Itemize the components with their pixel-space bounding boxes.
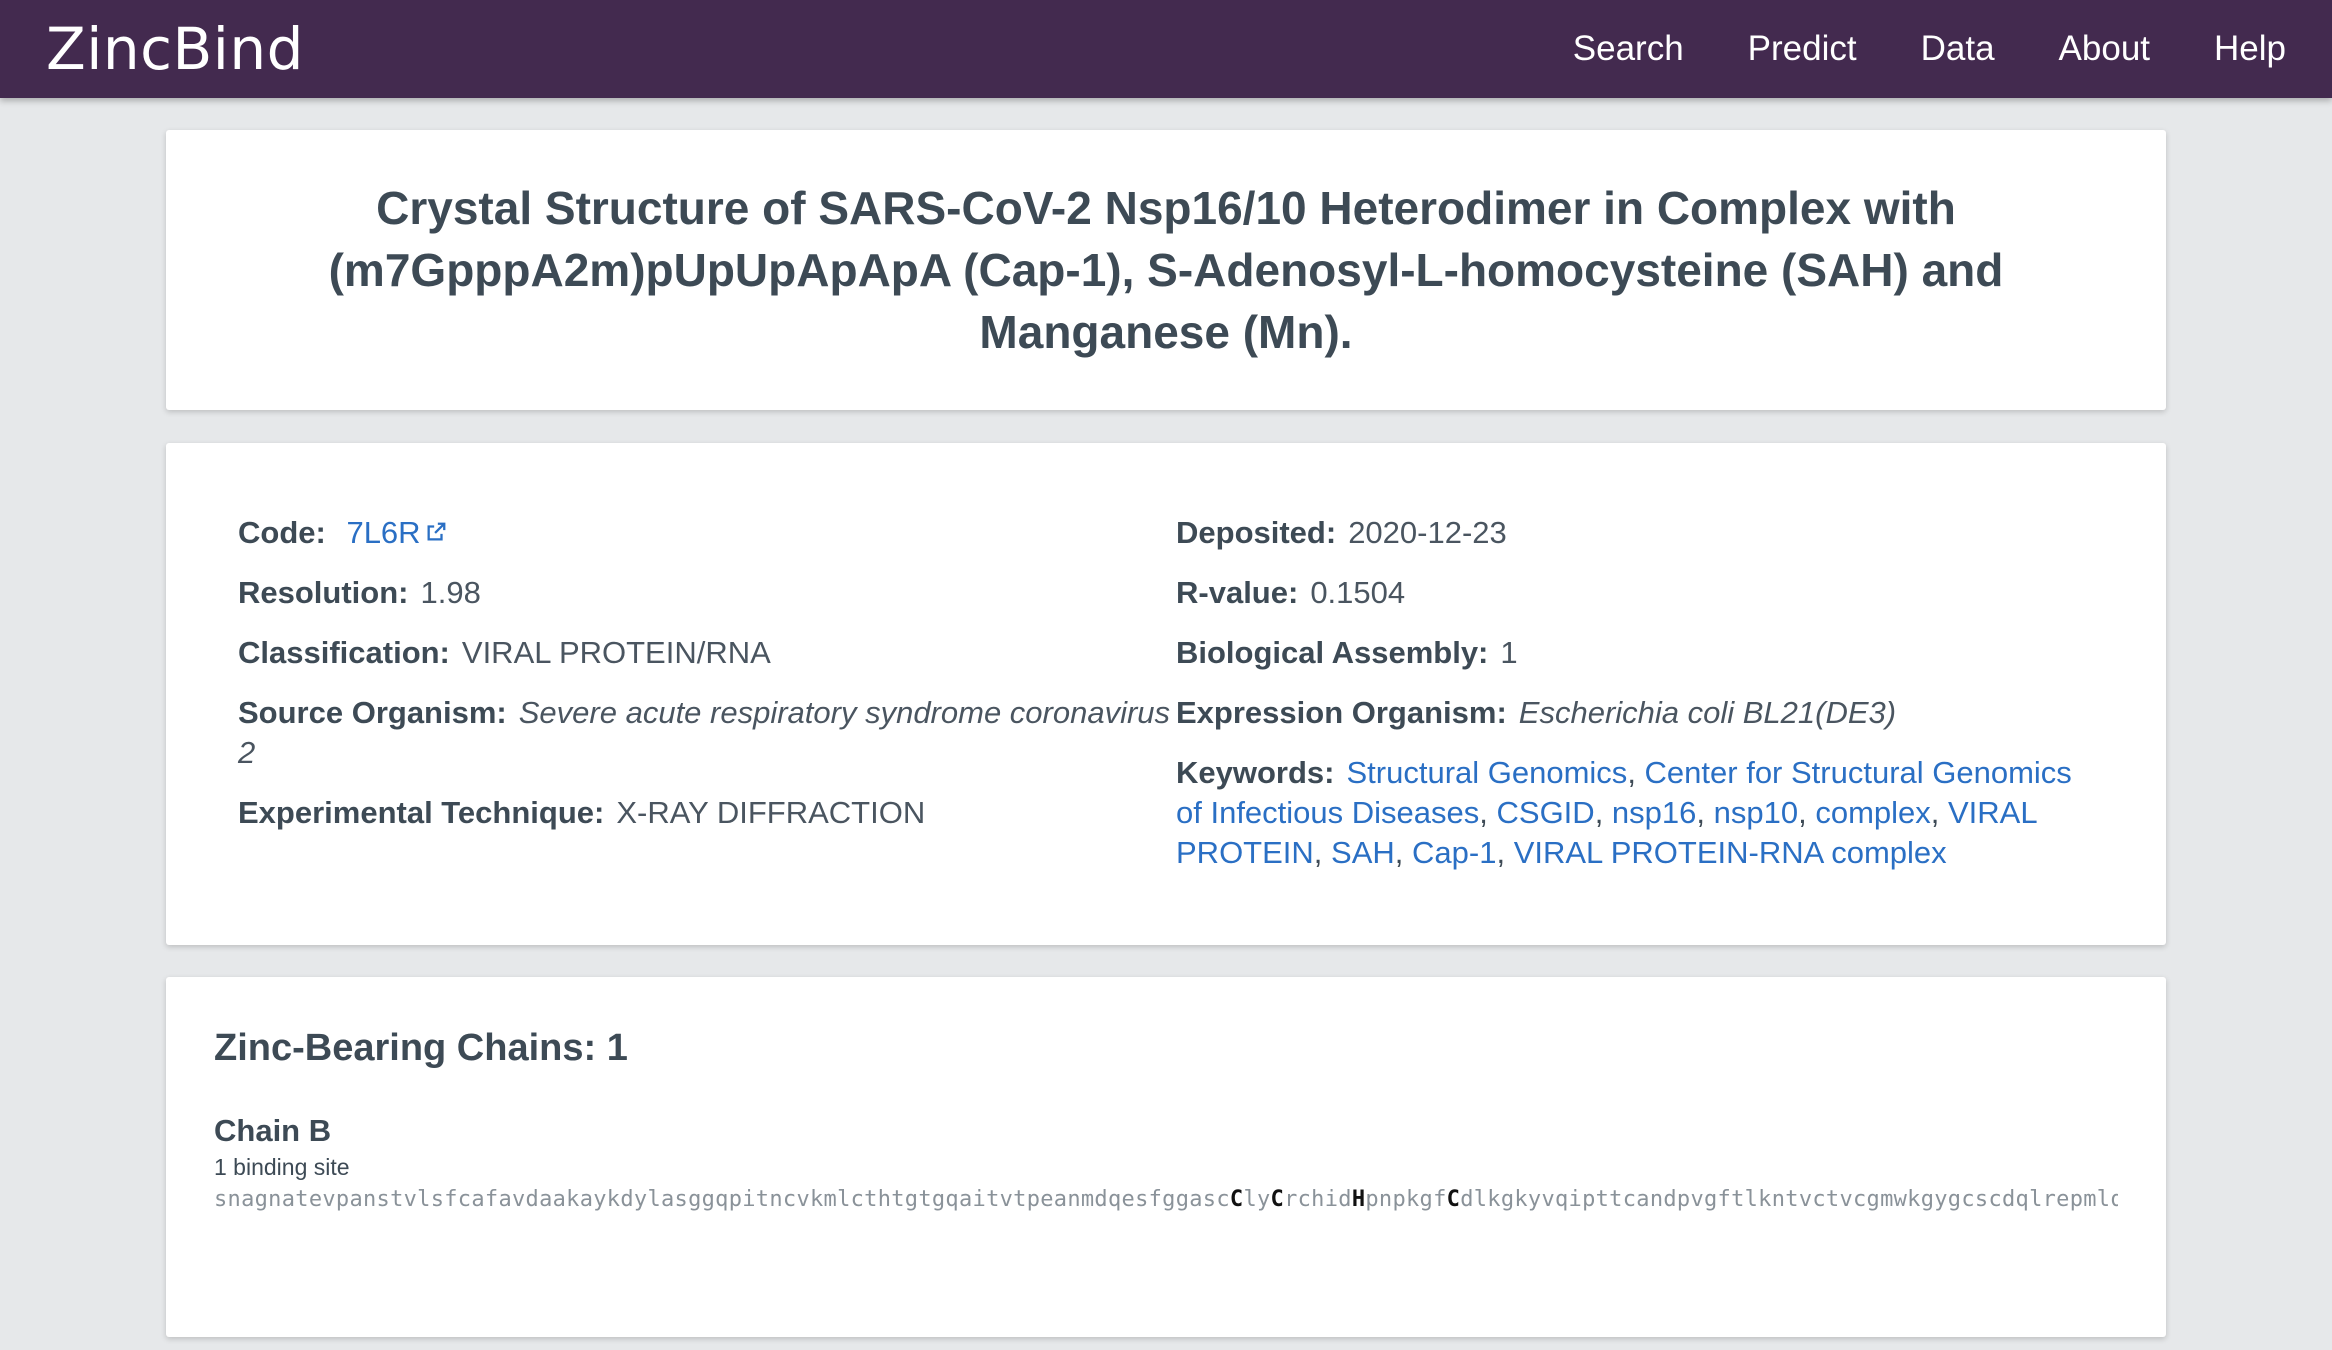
external-link-icon xyxy=(427,522,445,541)
keyword-separator: , xyxy=(1496,835,1514,870)
chain-sequence: snagnatevpanstvlsfcafavdaakaykdylasggqpi… xyxy=(214,1187,2118,1212)
classification-row: Classification: VIRAL PROTEIN/RNA xyxy=(238,633,1176,673)
rvalue-value: 0.1504 xyxy=(1310,575,1406,610)
info-card: Code: 7L6R Resolution: 1.98 Classificatio… xyxy=(166,443,2166,945)
classification-label: Classification: xyxy=(238,635,450,670)
keyword-separator: , xyxy=(1313,835,1332,870)
keyword-separator: , xyxy=(1394,835,1413,870)
keyword-separator: , xyxy=(1696,795,1714,830)
keywords-label: Keywords: xyxy=(1176,755,1335,790)
binding-residue: H xyxy=(1351,1187,1366,1212)
rvalue-label: R-value: xyxy=(1176,575,1299,610)
source-organism-label: Source Organism: xyxy=(238,695,507,730)
nav-data[interactable]: Data xyxy=(1921,29,1995,69)
keyword-separator: , xyxy=(1798,795,1816,830)
resolution-row: Resolution: 1.98 xyxy=(238,573,1176,613)
sequence-segment: snagnatevpanstvlsfcafavdaakaykdylasggqpi… xyxy=(214,1187,1230,1212)
sequence-segment: rchid xyxy=(1284,1187,1352,1212)
sequence-segment: pnpkgf xyxy=(1365,1187,1447,1212)
keyword-link[interactable]: VIRAL PROTEIN-RNA complex xyxy=(1514,835,1947,870)
info-left-column: Code: 7L6R Resolution: 1.98 Classificatio… xyxy=(238,513,1176,945)
sequence-segment: ly xyxy=(1243,1187,1271,1212)
nav-predict[interactable]: Predict xyxy=(1748,29,1857,69)
rvalue-row: R-value: 0.1504 xyxy=(1176,573,2094,613)
keyword-separator: , xyxy=(1627,755,1645,790)
assembly-label: Biological Assembly: xyxy=(1176,635,1489,670)
chain-entry: Chain B 1 binding site snagnatevpanstvls… xyxy=(214,1112,2118,1212)
source-organism-row: Source Organism: Severe acute respiratory… xyxy=(238,693,1176,773)
nav-links: Search Predict Data About Help xyxy=(1509,29,2286,69)
technique-label: Experimental Technique: xyxy=(238,795,605,830)
technique-row: Experimental Technique: X-RAY DIFFRACTION xyxy=(238,793,1176,833)
keyword-separator: , xyxy=(1930,795,1948,830)
navbar: ZincBind Search Predict Data About Help xyxy=(0,0,2332,98)
nav-help[interactable]: Help xyxy=(2214,29,2286,69)
keyword-link[interactable]: nsp16 xyxy=(1612,795,1696,830)
keyword-separator: , xyxy=(1594,795,1612,830)
chains-heading: Zinc-Bearing Chains: 1 xyxy=(214,1027,628,1069)
brand-logo[interactable]: ZincBind xyxy=(46,15,304,83)
deposited-label: Deposited: xyxy=(1176,515,1337,550)
resolution-value: 1.98 xyxy=(420,575,481,610)
code-label: Code: xyxy=(238,515,326,550)
keyword-link[interactable]: CSGID xyxy=(1497,795,1595,830)
binding-residue: C xyxy=(1270,1187,1285,1212)
page-title: Crystal Structure of SARS-CoV-2 Nsp16/10… xyxy=(328,182,2004,358)
info-right-column: Deposited: 2020-12-23 R-value: 0.1504 Biol… xyxy=(1176,513,2094,945)
code-value[interactable]: 7L6R xyxy=(346,515,420,550)
technique-value: X-RAY DIFFRACTION xyxy=(616,795,926,830)
expression-organism-value: Escherichia coli BL21(DE3) xyxy=(1518,695,1897,730)
keyword-link[interactable]: Structural Genomics xyxy=(1346,755,1627,790)
keyword-link[interactable]: nsp10 xyxy=(1714,795,1798,830)
keywords-row: Keywords: Structural Genomics, Center for… xyxy=(1176,753,2094,873)
nav-search[interactable]: Search xyxy=(1573,29,1684,69)
code-row: Code: 7L6R xyxy=(238,513,1176,553)
sequence-segment: dlkgkyvqipttcandpvgftlkntvctvcgmwkgygcsc… xyxy=(1460,1187,2118,1212)
keyword-link[interactable]: complex xyxy=(1815,795,1930,830)
code-link[interactable]: 7L6R xyxy=(346,515,446,550)
nav-about[interactable]: About xyxy=(2059,29,2150,69)
binding-residue: C xyxy=(1446,1187,1461,1212)
assembly-value: 1 xyxy=(1500,635,1518,670)
expression-organism-row: Expression Organism: Escherichia coli BL2… xyxy=(1176,693,2094,733)
title-card: Crystal Structure of SARS-CoV-2 Nsp16/10… xyxy=(166,130,2166,410)
keyword-link[interactable]: Cap-1 xyxy=(1412,835,1496,870)
classification-value: VIRAL PROTEIN/RNA xyxy=(461,635,771,670)
keyword-separator: , xyxy=(1479,795,1497,830)
binding-site-count: 1 binding site xyxy=(214,1154,350,1180)
deposited-value: 2020-12-23 xyxy=(1348,515,1507,550)
chains-card: Zinc-Bearing Chains: 1 Chain B 1 binding… xyxy=(166,977,2166,1337)
keyword-link[interactable]: SAH xyxy=(1331,835,1395,870)
expression-organism-label: Expression Organism: xyxy=(1176,695,1507,730)
resolution-label: Resolution: xyxy=(238,575,409,610)
deposited-row: Deposited: 2020-12-23 xyxy=(1176,513,2094,553)
chain-name: Chain B xyxy=(214,1113,332,1148)
assembly-row: Biological Assembly: 1 xyxy=(1176,633,2094,673)
binding-residue: C xyxy=(1229,1187,1244,1212)
